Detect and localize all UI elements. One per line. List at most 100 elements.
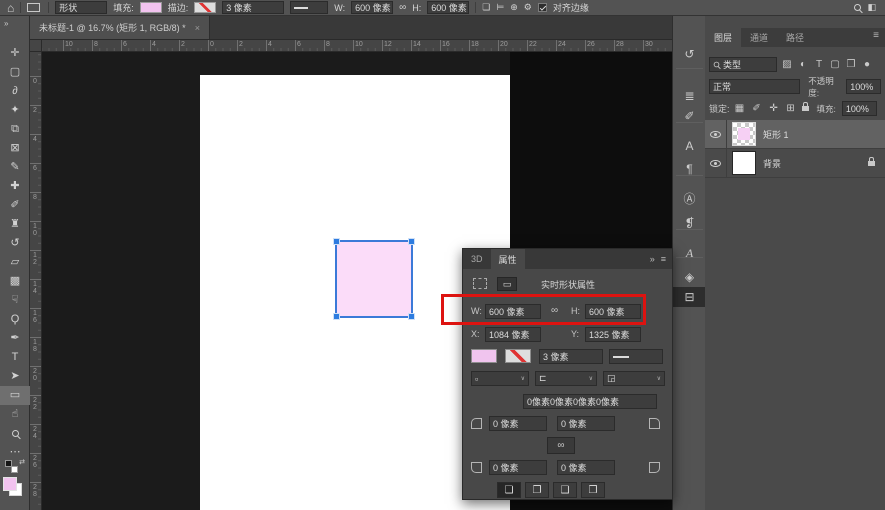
lock-all-icon[interactable] xyxy=(802,106,809,111)
3d-panel-icon[interactable]: ◈ xyxy=(673,267,706,287)
history-panel-icon[interactable]: ↺ xyxy=(673,44,706,64)
corner-top-right-input[interactable]: 0 像素 xyxy=(557,416,615,431)
align-edges-checkbox[interactable] xyxy=(538,3,547,12)
stroke-caps-select[interactable]: ⊏∨ xyxy=(535,371,597,386)
shape-width-input[interactable]: 600 像素 xyxy=(485,304,541,319)
shape-stroke-swatch[interactable] xyxy=(505,349,531,363)
brush-settings-panel-icon[interactable]: ≣ xyxy=(673,86,706,106)
shape-y-input[interactable]: 1325 像素 xyxy=(585,327,641,342)
home-icon[interactable]: ⌂ xyxy=(7,1,14,15)
layer-row-background[interactable]: 背景 xyxy=(705,149,885,178)
layer-thumbnail[interactable] xyxy=(732,122,756,146)
visibility-cell[interactable] xyxy=(705,149,727,177)
radius-summary-field[interactable]: 0像素0像素0像素0像素 xyxy=(523,394,657,409)
collapse-panel-icon[interactable]: » xyxy=(650,254,655,264)
paragraph-panel-icon[interactable]: ¶ xyxy=(673,159,706,179)
healing-brush-tool[interactable]: ✚ xyxy=(0,177,30,196)
tab-channels[interactable]: 通道 xyxy=(741,28,777,47)
shape-height-input[interactable]: 600 像素 xyxy=(585,304,641,319)
shape-fill-swatch[interactable] xyxy=(471,349,497,363)
horizontal-ruler[interactable]: 108642024681012141618202224262830 xyxy=(42,40,672,52)
workspace-switcher[interactable]: ◧ xyxy=(867,2,878,13)
layer-row-rectangle[interactable]: 矩形 1 xyxy=(705,120,885,149)
move-tool[interactable]: ✛ xyxy=(0,44,30,63)
pathfinder-subtract-icon[interactable]: ❐ xyxy=(525,482,549,498)
filter-adjustment-icon[interactable]: ◐ xyxy=(797,59,809,70)
stroke-color-swatch[interactable] xyxy=(194,2,216,13)
link-wh-icon[interactable]: ∞ xyxy=(551,305,558,316)
layer-name[interactable]: 矩形 1 xyxy=(763,128,789,141)
glyphs-panel-icon[interactable]: A xyxy=(673,243,706,263)
lasso-tool[interactable]: ∂ xyxy=(0,82,30,101)
dodge-tool[interactable]: Ϙ xyxy=(0,310,30,329)
pathfinder-combine-icon[interactable]: ❏ xyxy=(497,482,521,498)
filter-smart-object-icon[interactable]: ❒ xyxy=(845,59,857,70)
document-tab[interactable]: 未标题-1 @ 16.7% (矩形 1, RGB/8) * × xyxy=(30,16,210,39)
lock-transparent-pixels-icon[interactable]: ▦ xyxy=(734,103,746,114)
frame-tool[interactable]: ⊠ xyxy=(0,139,30,158)
geometry-options-gear-icon[interactable]: ⚙ xyxy=(524,2,532,13)
link-dimensions-icon[interactable]: ∞ xyxy=(399,2,406,13)
smudge-tool[interactable]: ☟ xyxy=(0,291,30,310)
fill-color-swatch[interactable] xyxy=(140,2,162,13)
shape-x-input[interactable]: 1084 像素 xyxy=(485,327,541,342)
character-panel-icon[interactable]: A xyxy=(673,136,706,156)
zoom-tool[interactable] xyxy=(0,424,30,443)
path-selection-tool[interactable]: ➤ xyxy=(0,367,30,386)
toolbar-expand-button[interactable]: » xyxy=(0,16,30,40)
lock-image-pixels-icon[interactable]: ✐ xyxy=(751,103,763,114)
lock-position-icon[interactable]: ✛ xyxy=(768,103,780,114)
shape-stroke-type-select[interactable] xyxy=(609,349,663,364)
filter-pixel-icon[interactable]: ▨ xyxy=(781,59,793,70)
transform-handle-bottom-right[interactable] xyxy=(408,313,415,320)
foreground-color-swatch[interactable] xyxy=(3,477,17,491)
swap-colors-icon[interactable]: ⇄ xyxy=(19,458,25,466)
path-operations-icon[interactable]: ❏ xyxy=(482,2,490,13)
tool-preset-picker[interactable] xyxy=(27,3,42,12)
path-arrangement-icon[interactable]: ⊕ xyxy=(510,2,518,13)
paragraph-styles-panel-icon[interactable]: ❡ xyxy=(673,213,706,233)
history-brush-tool[interactable]: ↺ xyxy=(0,234,30,253)
ruler-origin-corner[interactable] xyxy=(30,40,42,52)
width-input[interactable]: 600 像素 xyxy=(351,1,393,14)
hand-tool[interactable]: ☝ xyxy=(0,405,30,424)
search-icon[interactable] xyxy=(854,4,861,11)
blend-mode-select[interactable]: 正常 xyxy=(709,79,800,94)
eraser-tool[interactable]: ▱ xyxy=(0,253,30,272)
crop-tool[interactable]: ⧉ xyxy=(0,120,30,139)
close-tab-icon[interactable]: × xyxy=(195,23,200,33)
opacity-input[interactable]: 100% xyxy=(846,79,881,94)
stroke-corners-select[interactable]: ◲∨ xyxy=(603,371,665,386)
tab-3d[interactable]: 3D xyxy=(463,249,491,269)
link-corners-button[interactable]: ∞ xyxy=(547,437,575,454)
corner-top-left-input[interactable]: 0 像素 xyxy=(489,416,547,431)
tool-mode-select[interactable]: 形状 xyxy=(55,1,107,14)
tab-properties[interactable]: 属性 xyxy=(491,249,525,269)
filter-type-icon[interactable]: T xyxy=(813,59,825,70)
pathfinder-intersect-icon[interactable]: ❑ xyxy=(553,482,577,498)
tab-layers[interactable]: 图层 xyxy=(705,28,741,47)
eyedropper-tool[interactable]: ✎ xyxy=(0,158,30,177)
transform-handle-bottom-left[interactable] xyxy=(333,313,340,320)
pen-tool[interactable]: ✒ xyxy=(0,329,30,348)
tab-paths[interactable]: 路径 xyxy=(777,28,813,47)
rectangle-tool[interactable]: ▭ xyxy=(0,386,30,405)
visibility-cell[interactable] xyxy=(705,120,727,148)
brush-tool[interactable]: ✐ xyxy=(0,196,30,215)
panel-menu-icon[interactable]: ≡ xyxy=(873,30,879,41)
corner-bottom-right-input[interactable]: 0 像素 xyxy=(557,460,615,475)
filter-toggle-icon[interactable]: ● xyxy=(861,59,873,70)
layer-filter-select[interactable]: 类型 xyxy=(709,57,777,72)
default-colors-icon[interactable]: ⇄ xyxy=(4,460,24,474)
type-tool[interactable]: T xyxy=(0,348,30,367)
transform-handle-top-left[interactable] xyxy=(333,238,340,245)
panel-menu-icon[interactable]: ≡ xyxy=(661,254,666,264)
transform-handle-top-right[interactable] xyxy=(408,238,415,245)
properties-panel-icon[interactable]: ⊟ xyxy=(673,287,706,307)
lock-artboard-icon[interactable]: ⊞ xyxy=(785,103,797,114)
layer-name[interactable]: 背景 xyxy=(763,157,781,170)
layer-thumbnail[interactable] xyxy=(732,151,756,175)
shape-stroke-width-select[interactable]: 3 像素 xyxy=(539,349,603,364)
pathfinder-exclude-icon[interactable]: ❒ xyxy=(581,482,605,498)
stroke-width-select[interactable]: 3 像素 xyxy=(222,1,284,14)
